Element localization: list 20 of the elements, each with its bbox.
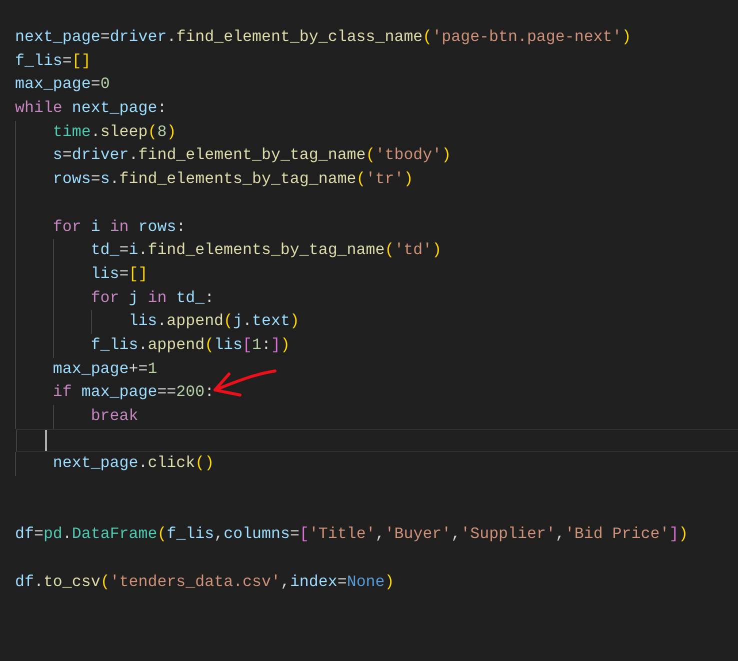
code-line: time.sleep(8) <box>52 122 176 143</box>
code-line: while next_page: <box>15 98 167 120</box>
code-line: break <box>90 406 138 427</box>
code-line: next_page=driver.find_element_by_class_name('page-btn.page-next') <box>15 27 632 48</box>
code-line: s=driver.find_element_by_tag_name('tbody') <box>52 145 452 166</box>
code-line: df.to_csv('tenders_data.csv',index=None) <box>15 572 394 593</box>
code-line: rows=s.find_elements_by_tag_name('tr') <box>52 169 414 190</box>
code-line: next_page.click() <box>52 453 214 474</box>
code-line: td_=i.find_elements_by_tag_name('td') <box>90 240 442 262</box>
code-line: if max_page==200: <box>52 382 214 404</box>
code-line: max_page+=1 <box>52 358 158 380</box>
code-line: df=pd.DataFrame(f_lis,columns=['Title','Buyer','Supplier','Bid Price']) <box>15 524 688 546</box>
code-line: f_lis.append(lis[1:]) <box>90 334 290 356</box>
code-line: max_page=0 <box>15 74 110 96</box>
code-line: for i in rows: <box>52 216 186 238</box>
code-line: lis.append(j.text) <box>128 311 300 332</box>
code-line: f_lis=[] <box>15 50 91 72</box>
code-line: lis=[] <box>90 264 148 285</box>
code-line: for j in td_: <box>90 288 214 309</box>
text-cursor <box>44 430 47 452</box>
